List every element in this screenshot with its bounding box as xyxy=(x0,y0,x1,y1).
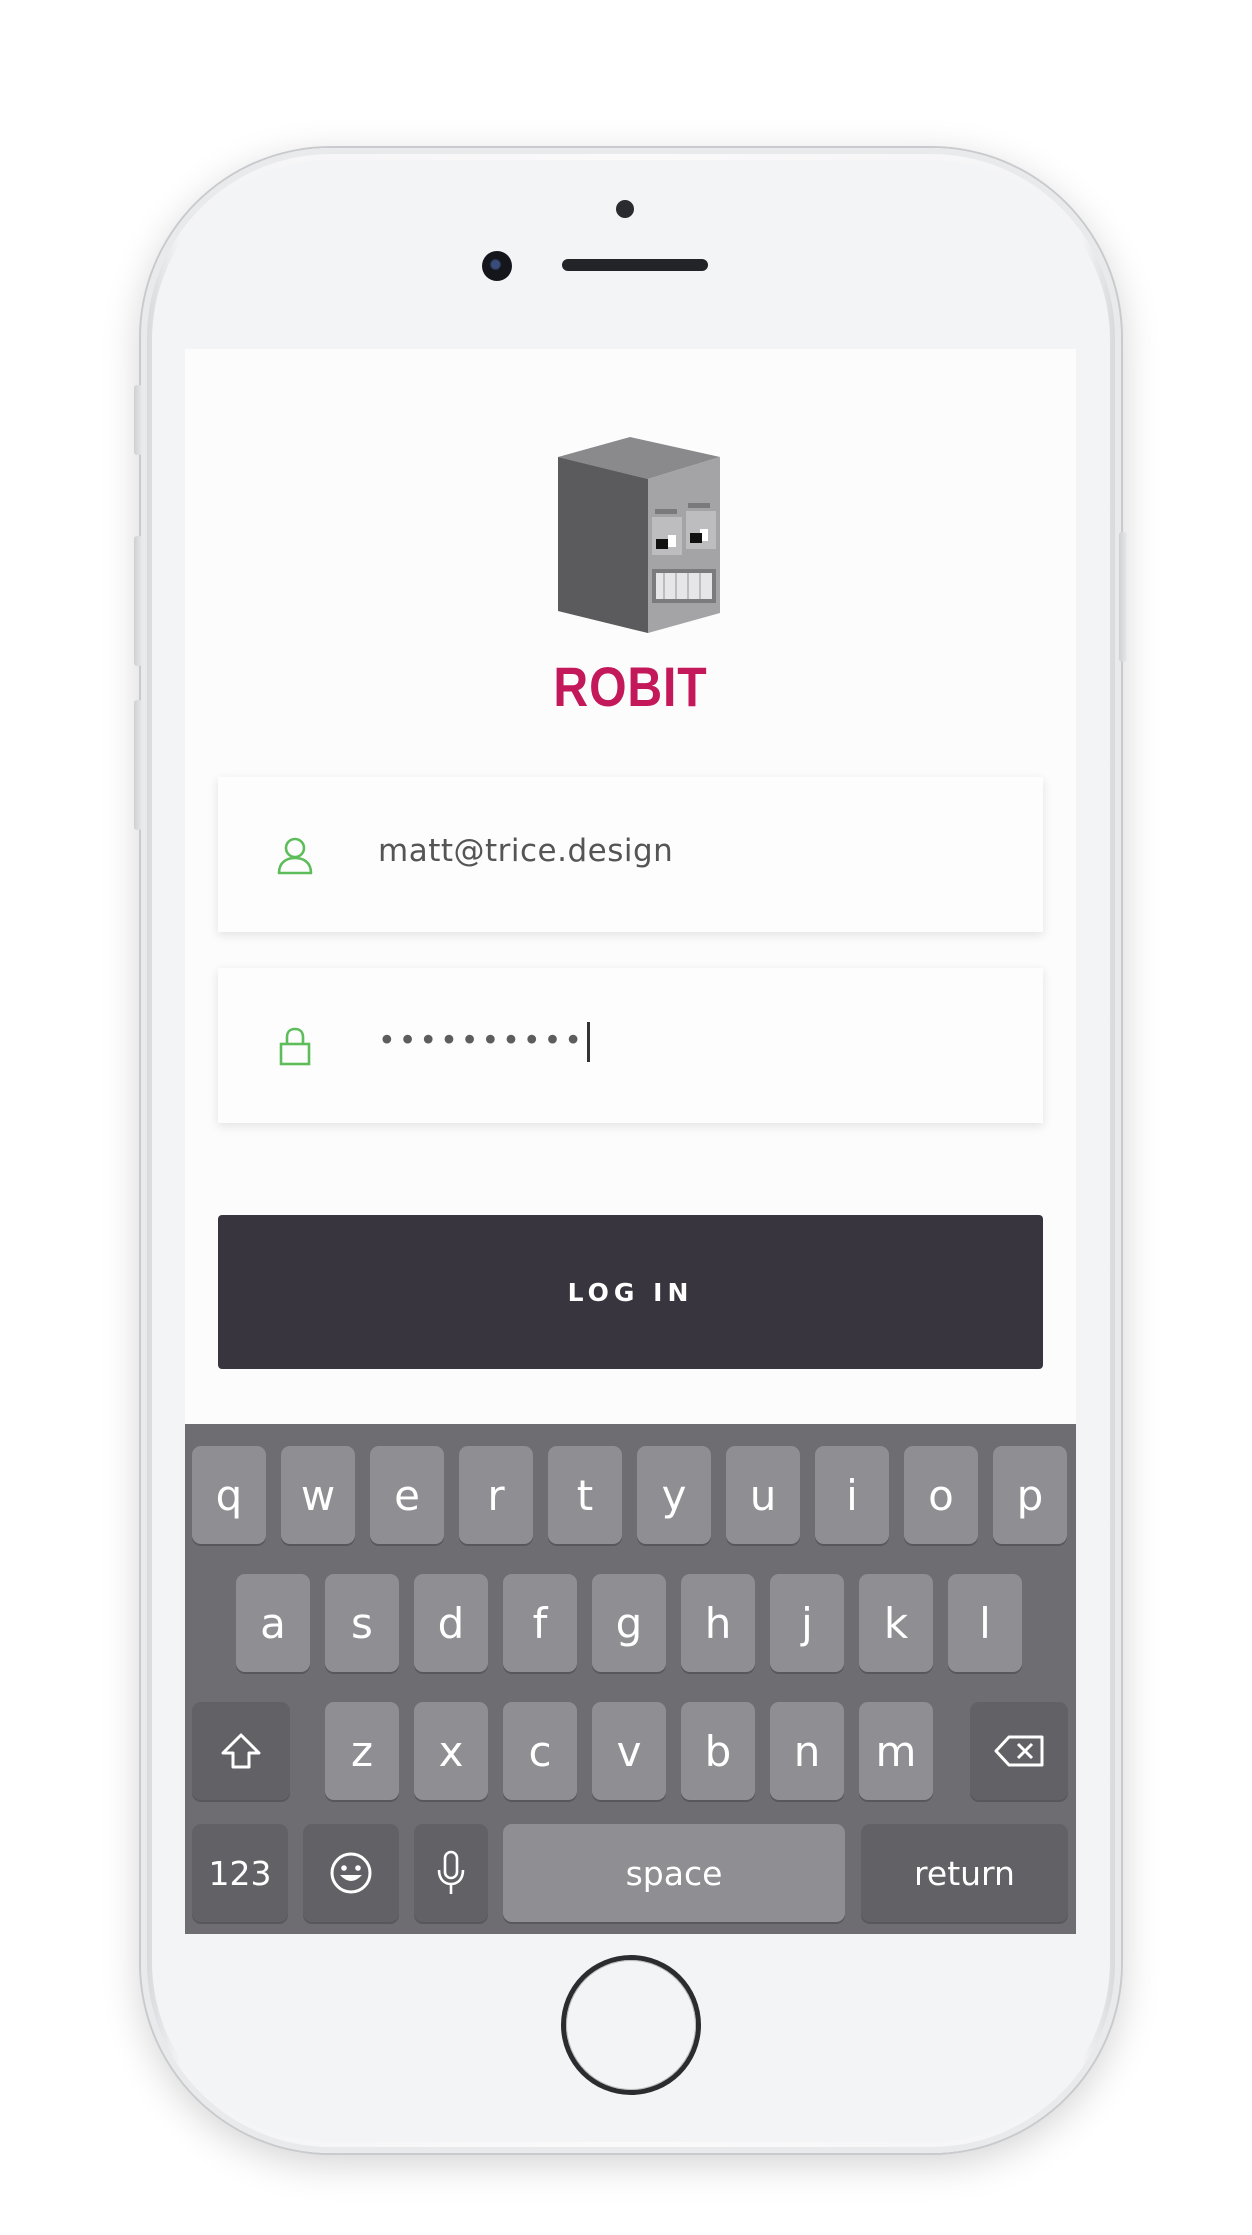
keyboard: qwertyuiop asdfghjkl zxcvbnm 123 space r… xyxy=(185,1424,1076,1934)
key-h[interactable]: h xyxy=(681,1574,755,1672)
key-p[interactable]: p xyxy=(993,1446,1067,1544)
key-m[interactable]: m xyxy=(859,1702,933,1800)
key-k[interactable]: k xyxy=(859,1574,933,1672)
user-icon xyxy=(277,837,313,875)
key-a[interactable]: a xyxy=(236,1574,310,1672)
volume-up-button xyxy=(134,536,142,666)
key-i[interactable]: i xyxy=(815,1446,889,1544)
email-field[interactable]: matt@trice.design xyxy=(218,777,1043,932)
key-r[interactable]: r xyxy=(459,1446,533,1544)
password-value: •••••••••• xyxy=(378,1022,590,1062)
key-g[interactable]: g xyxy=(592,1574,666,1672)
space-key[interactable]: space xyxy=(503,1824,845,1922)
key-v[interactable]: v xyxy=(592,1702,666,1800)
home-button[interactable] xyxy=(566,1960,696,2090)
key-b[interactable]: b xyxy=(681,1702,755,1800)
key-w[interactable]: w xyxy=(281,1446,355,1544)
app-screen: ROBIT matt@trice.design •••••••••• LOG I… xyxy=(185,349,1076,1934)
delete-key[interactable] xyxy=(970,1702,1068,1800)
key-n[interactable]: n xyxy=(770,1702,844,1800)
proximity-sensor xyxy=(616,200,634,218)
app-title: ROBIT xyxy=(553,655,708,718)
login-button[interactable]: LOG IN xyxy=(218,1215,1043,1369)
password-field[interactable]: •••••••••• xyxy=(218,968,1043,1123)
email-value: matt@trice.design xyxy=(378,833,674,869)
return-key[interactable]: return xyxy=(861,1824,1068,1922)
shift-icon xyxy=(221,1733,261,1769)
key-y[interactable]: y xyxy=(637,1446,711,1544)
key-q[interactable]: q xyxy=(192,1446,266,1544)
key-c[interactable]: c xyxy=(503,1702,577,1800)
emoji-icon xyxy=(330,1852,372,1894)
earpiece-speaker xyxy=(562,259,708,271)
mute-switch xyxy=(134,385,142,455)
text-caret xyxy=(586,1022,590,1062)
key-u[interactable]: u xyxy=(726,1446,800,1544)
microphone-icon xyxy=(437,1850,465,1894)
key-x[interactable]: x xyxy=(414,1702,488,1800)
robot-logo xyxy=(558,437,720,633)
key-l[interactable]: l xyxy=(948,1574,1022,1672)
emoji-key[interactable] xyxy=(303,1824,399,1922)
key-t[interactable]: t xyxy=(548,1446,622,1544)
power-button xyxy=(1119,532,1127,662)
front-camera xyxy=(482,251,512,281)
numbers-key[interactable]: 123 xyxy=(192,1824,288,1922)
password-mask: •••••••••• xyxy=(378,1023,585,1059)
volume-down-button xyxy=(134,700,142,830)
key-o[interactable]: o xyxy=(904,1446,978,1544)
key-s[interactable]: s xyxy=(325,1574,399,1672)
key-j[interactable]: j xyxy=(770,1574,844,1672)
key-f[interactable]: f xyxy=(503,1574,577,1672)
key-e[interactable]: e xyxy=(370,1446,444,1544)
key-z[interactable]: z xyxy=(325,1702,399,1800)
microphone-key[interactable] xyxy=(414,1824,488,1922)
key-d[interactable]: d xyxy=(414,1574,488,1672)
delete-icon xyxy=(994,1735,1044,1767)
lock-icon xyxy=(279,1027,311,1066)
shift-key[interactable] xyxy=(192,1702,290,1800)
